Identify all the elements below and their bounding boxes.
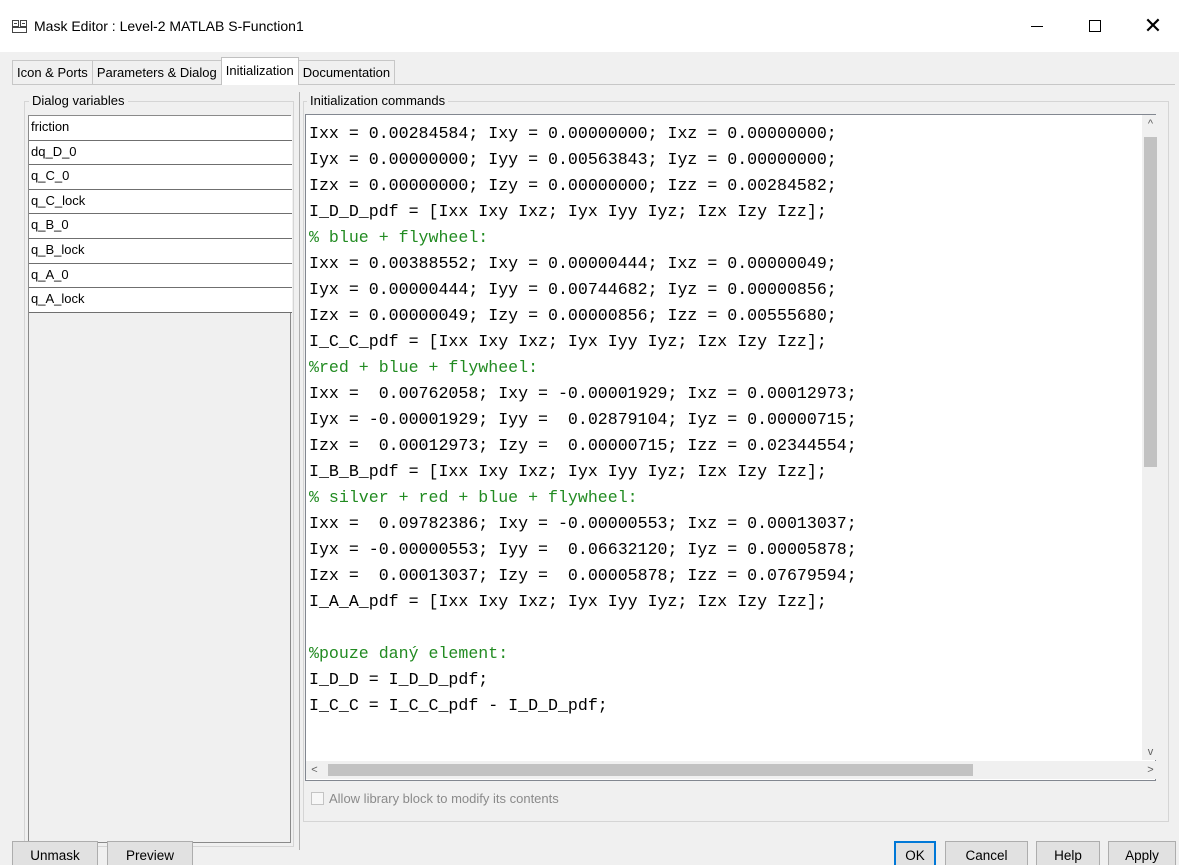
horizontal-scroll-thumb[interactable] [328,764,973,776]
scroll-left-icon[interactable]: < [306,761,323,779]
scroll-up-icon[interactable]: ^ [1142,115,1159,132]
maximize-icon [1089,20,1101,32]
close-icon: ✕ [1143,13,1163,38]
title-bar: Mask Editor : Level-2 MATLAB S-Function1… [0,0,1179,52]
code-area[interactable]: Ixx = 0.00284584; Ixy = 0.00000000; Ixz … [309,121,1139,719]
code-line[interactable]: Izx = 0.00013037; Izy = 0.00005878; Izz … [309,563,1139,589]
code-line[interactable]: Iyx = -0.00001929; Iyy = 0.02879104; Iyz… [309,407,1139,433]
scroll-right-icon[interactable]: > [1142,761,1159,779]
dialog-variables-label: Dialog variables [29,93,128,108]
code-line[interactable]: Iyx = -0.00000553; Iyy = 0.06632120; Iyz… [309,537,1139,563]
code-line[interactable]: I_D_D_pdf = [Ixx Ixy Ixz; Iyx Iyy Iyz; I… [309,199,1139,225]
initialization-commands-editor[interactable]: Ixx = 0.00284584; Ixy = 0.00000000; Ixz … [305,114,1156,781]
code-line[interactable]: I_D_D = I_D_D_pdf; [309,667,1139,693]
code-line[interactable]: Izx = 0.00000000; Izy = 0.00000000; Izz … [309,173,1139,199]
minimize-icon [1031,25,1043,27]
list-item[interactable]: q_A_lock [29,288,292,313]
mask-editor-icon [12,20,28,34]
close-button[interactable]: ✕ [1130,8,1176,44]
vertical-scrollbar[interactable]: ^ v [1142,115,1159,760]
list-item[interactable]: q_B_lock [29,238,292,264]
code-line[interactable]: I_B_B_pdf = [Ixx Ixy Ixz; Iyx Iyy Iyz; I… [309,459,1139,485]
cancel-button[interactable]: Cancel [945,841,1028,865]
code-line[interactable]: Izx = 0.00000049; Izy = 0.00000856; Izz … [309,303,1139,329]
maximize-button[interactable] [1072,8,1118,44]
code-line[interactable]: I_A_A_pdf = [Ixx Ixy Ixz; Iyx Iyy Iyz; I… [309,589,1139,615]
code-line[interactable]: Ixx = 0.00284584; Ixy = 0.00000000; Ixz … [309,121,1139,147]
tab-parameters-dialog[interactable]: Parameters & Dialog [91,60,222,85]
help-button[interactable]: Help [1036,841,1100,865]
allow-modify-checkbox-row: Allow library block to modify its conten… [311,791,559,806]
code-line[interactable]: I_C_C_pdf = [Ixx Ixy Ixz; Iyx Iyy Iyz; I… [309,329,1139,355]
allow-modify-label: Allow library block to modify its conten… [329,791,559,806]
list-item[interactable]: q_B_0 [29,214,292,239]
code-line[interactable]: Iyx = 0.00000000; Iyy = 0.00563843; Iyz … [309,147,1139,173]
minimize-button[interactable] [1014,8,1060,44]
code-line[interactable]: Iyx = 0.00000444; Iyy = 0.00744682; Iyz … [309,277,1139,303]
list-item[interactable]: q_C_lock [29,189,292,215]
apply-button[interactable]: Apply [1108,841,1176,865]
unmask-button[interactable]: Unmask [12,841,98,865]
code-line[interactable]: Ixx = 0.09782386; Ixy = -0.00000553; Ixz… [309,511,1139,537]
tab-icon-ports[interactable]: Icon & Ports [12,60,93,85]
code-comment-line[interactable]: %pouze daný element: [309,641,1139,667]
code-comment-line[interactable]: % blue + flywheel: [309,225,1139,251]
code-line[interactable]: I_C_C = I_C_C_pdf - I_D_D_pdf; [309,693,1139,719]
allow-modify-checkbox[interactable] [311,792,324,805]
initialization-commands-label: Initialization commands [307,93,449,108]
scroll-down-icon[interactable]: v [1142,743,1159,760]
list-item[interactable]: dq_D_0 [29,140,292,166]
list-item[interactable]: q_C_0 [29,165,292,190]
list-item[interactable]: q_A_0 [29,263,292,289]
horizontal-scrollbar[interactable]: < > [306,761,1159,779]
code-line[interactable]: Ixx = 0.00388552; Ixy = 0.00000444; Ixz … [309,251,1139,277]
code-line[interactable]: Izx = 0.00012973; Izy = 0.00000715; Izz … [309,433,1139,459]
code-line[interactable] [309,615,1139,641]
tab-documentation[interactable]: Documentation [297,60,396,85]
dialog-variables-table: friction dq_D_0 q_C_0 q_C_lock q_B_0 q_B… [29,116,292,313]
tab-initialization[interactable]: Initialization [220,57,299,85]
tab-panel-border [12,84,1175,85]
dialog-variables-list[interactable]: friction dq_D_0 q_C_0 q_C_lock q_B_0 q_B… [28,115,292,843]
list-item[interactable]: friction [29,116,292,141]
vertical-scroll-thumb[interactable] [1144,137,1157,467]
code-comment-line[interactable]: %red + blue + flywheel: [309,355,1139,381]
tab-bar: Icon & Ports Parameters & Dialog Initial… [12,57,396,85]
window-title: Mask Editor : Level-2 MATLAB S-Function1 [34,18,304,34]
code-line[interactable]: Ixx = 0.00762058; Ixy = -0.00001929; Ixz… [309,381,1139,407]
code-comment-line[interactable]: % silver + red + blue + flywheel: [309,485,1139,511]
ok-button[interactable]: OK [894,841,936,865]
pane-splitter[interactable] [299,92,300,850]
preview-button[interactable]: Preview [107,841,193,865]
